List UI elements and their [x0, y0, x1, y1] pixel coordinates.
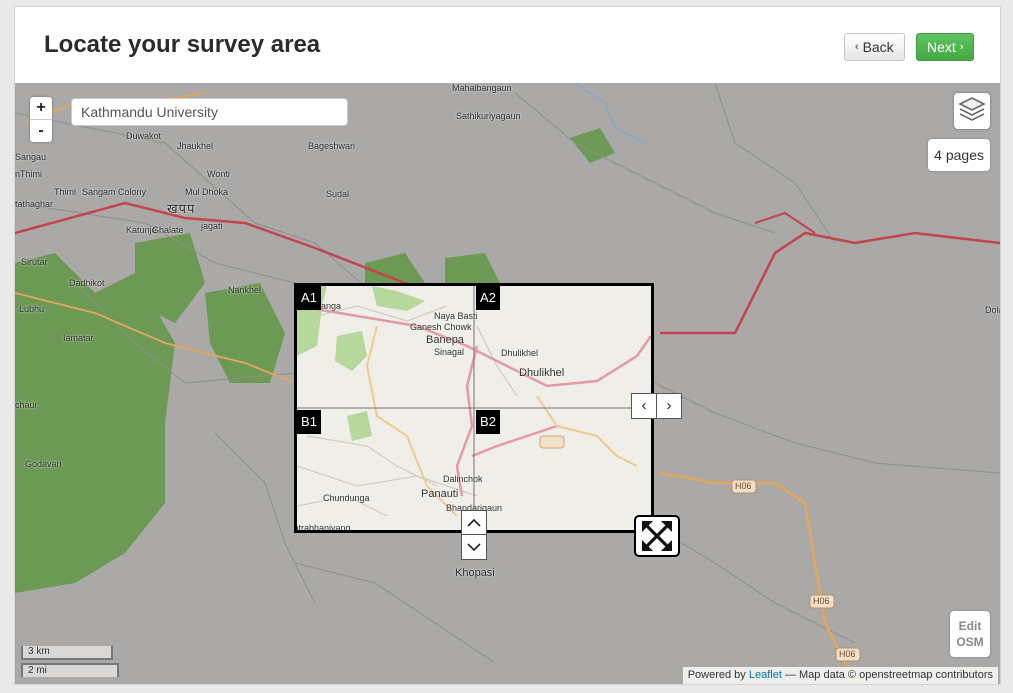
leaflet-link[interactable]: Leaflet	[749, 669, 782, 681]
place-label-panauti: Panauti	[421, 488, 459, 500]
place-label: Wonti	[207, 169, 230, 179]
place-label: Bageshwari	[308, 141, 356, 151]
map-attribution: Powered by Leaflet — Map data © openstre…	[682, 667, 998, 684]
place-label: Chhatrabhanjyang	[294, 523, 351, 533]
place-label: Chundunga	[323, 493, 370, 503]
place-label: Lubhu	[19, 304, 45, 314]
expand-arrows-icon	[642, 521, 672, 551]
zoom-out-button[interactable]: -	[30, 119, 52, 142]
place-label: Ghalate	[152, 225, 184, 235]
chevron-left-icon: ‹	[641, 397, 647, 414]
location-search-input[interactable]	[71, 98, 348, 126]
place-label: Nankhel	[228, 285, 262, 295]
place-label: Sirutar	[21, 257, 48, 267]
page-count-badge: 4 pages	[928, 139, 990, 171]
road-shield-label: H06	[839, 649, 856, 659]
add-row-button[interactable]	[461, 534, 487, 560]
chevron-down-icon	[467, 543, 481, 552]
place-label: Thimi	[54, 187, 76, 197]
place-label-khopasi: Khopasi	[455, 567, 495, 579]
scale-bar-mi: 2 mi	[21, 663, 119, 677]
page-title: Locate your survey area	[44, 31, 321, 58]
place-label: Ganesh Chowk	[410, 322, 472, 332]
add-column-button[interactable]: ›	[656, 393, 682, 419]
chevron-left-icon: ‹	[855, 41, 859, 53]
zoom-in-button[interactable]: +	[30, 97, 52, 119]
resize-handle[interactable]	[634, 515, 680, 557]
chevron-right-icon: ›	[666, 397, 672, 414]
survey-panel: Locate your survey area ‹ Back Next › Ma…	[14, 6, 1001, 685]
cell-label-a1: A1	[297, 286, 321, 310]
place-label: Jhaukhel	[177, 141, 214, 151]
survey-area-selection[interactable]: Banepa Dhulikhel Panauti Sanga Naya Bast…	[294, 283, 654, 533]
cell-label-b2: B2	[476, 410, 500, 434]
place-label: Dhulikhel	[501, 348, 539, 358]
place-label: tathaghar	[15, 199, 54, 209]
place-label: Sudal	[326, 189, 350, 199]
attribution-suffix: — Map data © openstreetmap contributors	[784, 669, 993, 681]
layers-icon	[958, 97, 986, 121]
scale-bar-km: 3 km	[21, 646, 113, 660]
place-label-banepa: Banepa	[426, 334, 464, 346]
cell-label-b1: B1	[297, 410, 321, 434]
place-label: Mahalbangaun	[452, 83, 512, 93]
place-label: Mul Dhoka	[185, 187, 229, 197]
place-label: nThimi	[15, 169, 43, 179]
edit-osm-button[interactable]: Edit OSM	[950, 611, 990, 657]
place-label: Dalinchok	[443, 474, 483, 484]
remove-row-button[interactable]	[461, 510, 487, 536]
place-label: jagati	[201, 221, 223, 231]
chevron-right-icon: ›	[959, 41, 964, 53]
next-button-label: Next	[927, 39, 956, 55]
layers-button[interactable]	[954, 93, 990, 129]
map-view[interactable]: Mahalbangaun Sathikuriyagaun Duwakot Jha…	[15, 83, 1000, 684]
place-label: Duwakot	[126, 131, 162, 141]
place-label: Naya Basti	[434, 311, 478, 321]
place-label: chaur	[15, 400, 38, 410]
place-label: Godavari	[25, 459, 62, 469]
remove-column-button[interactable]: ‹	[631, 393, 657, 419]
place-label-dhulikhel: Dhulikhel	[519, 367, 565, 379]
back-button[interactable]: ‹ Back	[844, 33, 905, 61]
place-label: Dola	[985, 305, 1000, 315]
place-label: Sathikuriyagaun	[456, 111, 521, 121]
zoom-control: + -	[30, 97, 52, 142]
chevron-up-icon	[467, 518, 481, 527]
next-button[interactable]: Next ›	[916, 33, 974, 61]
edit-osm-label-line2: OSM	[956, 635, 984, 649]
place-label: Sinagal	[434, 347, 465, 357]
place-label: Iamatar	[63, 333, 94, 343]
back-button-label: Back	[862, 39, 894, 55]
place-label-bhaktapur: खपप	[167, 201, 196, 216]
place-label: Sangam Colony	[82, 187, 147, 197]
place-label: Dadhikot	[69, 278, 105, 288]
attribution-prefix: Powered by	[687, 669, 746, 681]
header-bar: Locate your survey area ‹ Back Next ›	[15, 7, 1000, 84]
road-shield-label: H06	[813, 596, 830, 606]
edit-osm-label-line1: Edit	[958, 619, 982, 633]
cell-label-a2: A2	[476, 286, 500, 310]
road-shield-label: H06	[735, 481, 752, 491]
place-label: Sangau	[15, 152, 47, 162]
